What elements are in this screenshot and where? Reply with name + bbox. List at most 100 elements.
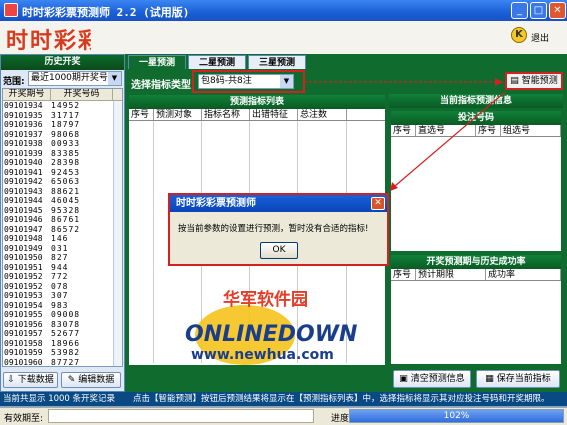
status-left: 当前共显示 1000 条开奖记录 xyxy=(0,392,125,406)
issue-number: 09101949 xyxy=(4,243,43,253)
table-row[interactable]: 09101934 14952 xyxy=(3,101,122,111)
column-header[interactable]: 指标名称 xyxy=(202,109,250,120)
clear-icon: ▣ xyxy=(399,374,408,384)
draw-number: 14952 xyxy=(51,101,81,110)
column-header[interactable]: 出错特征 xyxy=(250,109,298,120)
column-header[interactable]: 总注数 xyxy=(298,109,347,120)
indicator-type-label: 选择指标类型 xyxy=(131,80,191,91)
table-row[interactable]: 09101943 88621 xyxy=(3,187,122,197)
draw-number: 52677 xyxy=(51,329,81,338)
minimize-icon[interactable]: _ xyxy=(511,2,528,19)
watermark-cn: 华军软件园 xyxy=(223,289,308,310)
smart-predict-label: 智能预测 xyxy=(521,76,558,86)
tab-three-star[interactable]: 三星预测 xyxy=(248,55,306,69)
column-header[interactable]: 预计期限 xyxy=(416,269,486,280)
table-row[interactable]: 09101945 95328 xyxy=(3,206,122,216)
watermark-en: ONLINEDOWN xyxy=(185,322,357,347)
draw-forecast-panel: 开奖预测期与历史成功率 序号 预计期限 成功率 xyxy=(390,254,562,365)
table-row[interactable]: 09101952 772 xyxy=(3,272,122,282)
column-header[interactable]: 序号 xyxy=(129,109,154,120)
table-row[interactable]: 09101949 031 xyxy=(3,244,122,254)
table-row[interactable]: 09101936 18797 xyxy=(3,120,122,130)
table-row[interactable]: 09101939 83385 xyxy=(3,149,122,159)
column-header[interactable]: 序号 xyxy=(391,269,416,280)
table-row[interactable]: 09101946 86761 xyxy=(3,215,122,225)
table-row[interactable]: 09101954 983 xyxy=(3,301,122,311)
table-row[interactable]: 09101950 827 xyxy=(3,253,122,263)
issue-number: 09101948 xyxy=(4,234,43,243)
ok-button[interactable]: OK xyxy=(260,242,298,259)
table-row[interactable]: 09101952 078 xyxy=(3,282,122,292)
draw-number: 88621 xyxy=(51,186,81,196)
table-row[interactable]: 09101951 944 xyxy=(3,263,122,273)
draw-number: 983 xyxy=(51,300,69,310)
table-row[interactable]: 09101955 09008 xyxy=(3,310,122,320)
maximize-icon[interactable]: □ xyxy=(530,2,547,19)
issue-number: 09101951 xyxy=(4,262,43,272)
table-row[interactable]: 09101947 86572 xyxy=(3,225,122,235)
issue-number: 09101937 xyxy=(4,129,43,139)
issue-number: 09101952 xyxy=(4,281,43,291)
table-row[interactable]: 09101935 31717 xyxy=(3,111,122,121)
tab-one-star[interactable]: 一星预测 xyxy=(128,55,186,69)
edit-data-button[interactable]: ✎ 编辑数据 xyxy=(61,372,121,388)
download-icon: ⇩ xyxy=(7,375,15,385)
chevron-down-icon[interactable]: ▼ xyxy=(108,72,121,85)
exit-button[interactable]: 退出 xyxy=(531,31,549,44)
watermark-url: www.newhua.com xyxy=(191,347,334,363)
indicator-type-select[interactable]: 包8码-共8注 ▼ xyxy=(198,74,294,89)
current-indicator-title: 当前指标预测信息 xyxy=(389,94,563,108)
history-header: 历史开奖 xyxy=(1,55,124,70)
column-header[interactable]: 序号 xyxy=(476,125,501,136)
history-scrollbar[interactable] xyxy=(113,101,122,366)
bet-numbers-panel: 投注号码 序号 直选号 序号 组选号 xyxy=(390,110,562,252)
draw-number: 146 xyxy=(51,234,69,243)
table-row[interactable]: 09101960 87727 xyxy=(3,358,122,367)
issue-number: 09101940 xyxy=(4,158,43,167)
download-data-button[interactable]: ⇩ 下载数据 xyxy=(3,372,58,388)
table-row[interactable]: 09101938 00933 xyxy=(3,139,122,149)
draw-number: 307 xyxy=(51,291,69,300)
table-row[interactable]: 09101959 53982 xyxy=(3,348,122,358)
table-row[interactable]: 09101953 307 xyxy=(3,291,122,301)
table-row[interactable]: 09101942 65063 xyxy=(3,177,122,187)
table-row[interactable]: 09101940 28398 xyxy=(3,158,122,168)
app-icon xyxy=(4,3,18,17)
issue-number: 09101955 xyxy=(4,310,43,319)
prediction-list-title: 预测指标列表 xyxy=(129,95,385,109)
save-label: 保存当前指标 xyxy=(496,374,551,384)
table-row[interactable]: 09101937 98068 xyxy=(3,130,122,140)
column-header[interactable]: 成功率 xyxy=(486,269,561,280)
smart-predict-button[interactable]: ▤ 智能预测 xyxy=(505,72,563,90)
table-row[interactable]: 09101957 52677 xyxy=(3,329,122,339)
table-row[interactable]: 09101941 92453 xyxy=(3,168,122,178)
table-row[interactable]: 09101958 18966 xyxy=(3,339,122,349)
close-icon[interactable]: ✕ xyxy=(549,2,566,19)
chevron-down-icon[interactable]: ▼ xyxy=(280,75,293,88)
table-row[interactable]: 09101956 83078 xyxy=(3,320,122,330)
column-header[interactable]: 组选号 xyxy=(501,125,561,136)
save-indicator-button[interactable]: ▦ 保存当前指标 xyxy=(476,370,560,388)
table-row[interactable]: 09101948 146 xyxy=(3,234,122,244)
draw-number: 28398 xyxy=(51,158,81,167)
issue-number: 09101947 xyxy=(4,224,43,234)
progress-bar: 102% xyxy=(349,409,564,423)
draw-forecast-title: 开奖预测期与历史成功率 xyxy=(391,255,561,269)
column-header[interactable]: 开奖号码 xyxy=(51,89,113,100)
column-header[interactable]: 预测对象 xyxy=(154,109,202,120)
draw-number: 944 xyxy=(51,262,69,272)
draw-number: 31717 xyxy=(51,110,81,120)
column-header[interactable]: 直选号 xyxy=(416,125,476,136)
edit-icon: ✎ xyxy=(67,375,76,385)
clear-prediction-button[interactable]: ▣ 清空预测信息 xyxy=(393,370,471,388)
range-select[interactable]: 最近1000期开奖号 ▼ xyxy=(28,71,122,86)
range-value: 最近1000期开奖号 xyxy=(31,73,108,83)
tab-two-star[interactable]: 二星预测 xyxy=(188,55,246,69)
close-icon[interactable]: ✕ xyxy=(371,197,385,210)
exit-icon[interactable]: K xyxy=(511,27,527,43)
window-title: 时时彩彩票预测师 2.2 (试用版) xyxy=(22,6,190,19)
column-header[interactable]: 序号 xyxy=(391,125,416,136)
table-row[interactable]: 09101944 46045 xyxy=(3,196,122,206)
issue-number: 09101952 xyxy=(4,272,43,281)
column-header[interactable]: 开奖期号 xyxy=(3,89,51,100)
